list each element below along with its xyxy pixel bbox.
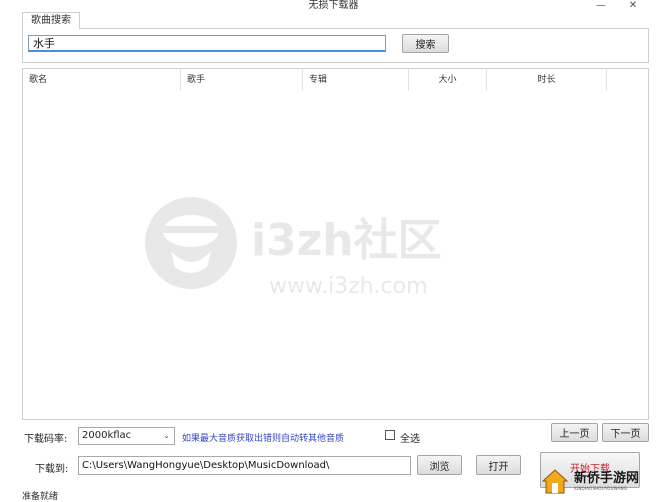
close-button[interactable]: ✕: [620, 0, 646, 11]
column-header-artist[interactable]: 歌手: [181, 69, 303, 91]
chevron-down-icon[interactable]: ⌄: [163, 428, 170, 444]
open-folder-button[interactable]: 打开: [476, 455, 521, 475]
corner-brand-logo: 新侨手游网 XINQIAOSHOUYOUWANG: [540, 462, 667, 500]
corner-brand-subtext: XINQIAOSHOUYOUWANG: [574, 485, 628, 491]
title-bar: 无损下载器 — ✕: [0, 0, 667, 12]
table-header: 歌名 歌手 专辑 大小 时长: [23, 69, 648, 91]
search-button[interactable]: 搜索: [402, 34, 449, 53]
column-header-duration[interactable]: 时长: [487, 69, 607, 91]
download-path-input[interactable]: [78, 456, 411, 475]
bitrate-hint: 如果最大音质获取出错则自动转其他音质: [182, 434, 345, 444]
column-header-song[interactable]: 歌名: [23, 69, 181, 91]
bitrate-select[interactable]: 2000kflac ⌄: [78, 427, 175, 445]
watermark-logo: i3zh社区 www.i3zh.com: [145, 197, 442, 299]
bitrate-label: 下载码率:: [24, 434, 68, 445]
browse-button[interactable]: 浏览: [417, 455, 462, 475]
tab-strip: 歌曲搜索: [22, 12, 649, 30]
bitrate-selected-value: 2000kflac: [82, 430, 132, 441]
minimize-button[interactable]: —: [588, 0, 614, 11]
select-all-checkbox[interactable]: [385, 430, 395, 440]
window-title: 无损下载器: [308, 0, 359, 11]
watermark-text: i3zh社区: [251, 215, 442, 266]
download-path-label: 下载到:: [35, 464, 69, 475]
select-all-label[interactable]: 全选: [400, 430, 420, 445]
next-page-button[interactable]: 下一页: [602, 423, 649, 442]
watermark-url: www.i3zh.com: [269, 274, 428, 299]
status-text: 准备就绪: [22, 492, 59, 502]
prev-page-button[interactable]: 上一页: [551, 423, 598, 442]
app-window: 无损下载器 — ✕ 歌曲搜索 搜索 歌名 歌手 专辑 大小 时长 i3zh社区 …: [0, 0, 667, 502]
corner-brand-text: 新侨手游网: [574, 470, 640, 486]
house-logo-icon: [541, 469, 569, 494]
column-header-album[interactable]: 专辑: [303, 69, 409, 91]
column-header-size[interactable]: 大小: [409, 69, 487, 91]
search-input[interactable]: [28, 35, 386, 52]
results-table[interactable]: 歌名 歌手 专辑 大小 时长 i3zh社区 www.i3zh.com: [22, 68, 649, 420]
